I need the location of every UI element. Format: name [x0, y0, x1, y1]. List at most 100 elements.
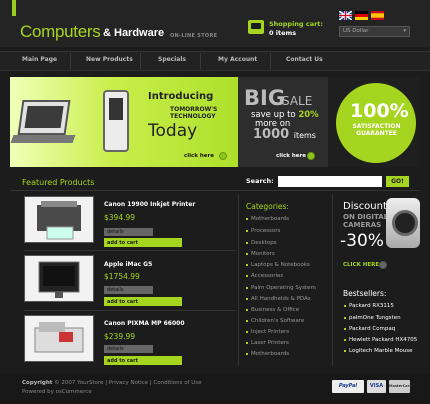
category-item[interactable]: Business & Office — [245, 307, 299, 313]
guarantee-percent: 100% — [350, 100, 409, 122]
featured-title: Featured Products — [22, 178, 95, 187]
product-image-imac[interactable] — [24, 255, 94, 302]
search-go-button[interactable]: GO! — [386, 176, 409, 187]
discount-link[interactable]: CLICK HERE — [343, 262, 379, 268]
category-item[interactable]: Laptops & Notebooks — [246, 262, 310, 268]
nav-divider — [70, 53, 71, 69]
currency-select[interactable]: US Dollar — [339, 26, 410, 37]
product-price: $1754.99 — [104, 272, 140, 281]
bestseller-item[interactable]: Logitech Marble Mouse — [344, 348, 413, 354]
discount-title: Discounts — [343, 201, 393, 212]
category-item[interactable]: Desktops — [246, 240, 277, 246]
category-item[interactable]: Monitors — [246, 251, 275, 257]
guarantee-text: SATISFACTION GUARANTEE — [351, 123, 402, 137]
details-button[interactable]: details — [104, 345, 153, 353]
product-name[interactable]: Canon PIXMA MP 66000 — [104, 320, 185, 327]
banner-sale-link[interactable]: click here — [276, 153, 306, 159]
categories-title: Categories: — [246, 202, 289, 211]
arrow-circle-icon[interactable] — [219, 152, 227, 160]
banner-sale-count: 1000 items — [253, 127, 316, 142]
search-label: Search: — [246, 177, 274, 185]
cart-items[interactable]: 0 items — [269, 29, 296, 37]
nav-new-products[interactable]: New Products — [86, 56, 133, 63]
column-divider — [238, 194, 239, 366]
logo-main[interactable]: Computers — [20, 22, 101, 42]
category-item[interactable]: Motherboards — [245, 216, 289, 222]
laptop-keyboard-image — [10, 135, 76, 143]
banner-sale-sale: SALE — [282, 94, 313, 108]
cart-label[interactable]: Shopping cart: — [269, 20, 323, 28]
phone-image — [103, 90, 129, 152]
product-image-pixma[interactable] — [24, 315, 94, 362]
nav-divider — [200, 53, 201, 69]
flag-uk-icon[interactable] — [338, 10, 353, 21]
nav-specials[interactable]: Specials — [158, 56, 186, 63]
category-item[interactable]: Children's Software — [245, 318, 304, 324]
bestseller-item[interactable]: palmOne Tungsten — [344, 315, 401, 321]
nav-divider — [270, 53, 271, 69]
bestseller-item[interactable]: Hewlett Packard HX4705 — [343, 337, 417, 343]
product-divider — [24, 310, 236, 311]
footer-copyright: Copyright © 2007 YourStore | Privacy Not… — [22, 380, 202, 386]
column-divider — [332, 194, 333, 366]
count-text: 1000 — [253, 127, 290, 142]
items-text: items — [293, 131, 316, 140]
section-divider — [10, 190, 420, 191]
bestseller-item[interactable]: Packard Compaq — [343, 326, 395, 332]
bestseller-item[interactable]: Packard RX3115 — [344, 303, 394, 309]
banner-intro-line2: TOMORROW'S — [170, 106, 218, 113]
add-to-cart-button[interactable]: add to cart — [104, 356, 182, 365]
category-item[interactable]: Laser Printers — [246, 340, 289, 346]
product-name[interactable]: Canon 19900 Inkjet Printer — [104, 201, 195, 208]
product-divider — [24, 250, 236, 251]
banner-sale-big: BIG — [244, 86, 286, 110]
nav-main-page[interactable]: Main Page — [22, 56, 57, 63]
logo-sub: ON-LINE STORE — [170, 33, 218, 39]
category-item[interactable]: Processors — [245, 228, 280, 234]
product-name[interactable]: Apple iMac G5 — [104, 261, 152, 268]
flag-es-icon[interactable] — [371, 11, 384, 20]
mastercard-logo: MasterCard — [389, 380, 412, 393]
arrow-circle-icon[interactable] — [307, 152, 315, 160]
product-price: $394.99 — [104, 213, 136, 222]
guarantee-line2: GUARANTEE — [356, 130, 397, 137]
details-button[interactable]: details — [104, 286, 153, 294]
copyright-text[interactable]: © 2007 YourStore | Privacy Notice | Cond… — [54, 380, 201, 386]
logo-accent — [12, 0, 16, 16]
category-item[interactable]: Motherboards — [245, 351, 289, 357]
guarantee-line1: SATISFACTION — [352, 123, 401, 130]
discount-subtitle: ON DIGITAL CAMERAS — [343, 213, 388, 229]
add-to-cart-button[interactable]: add to cart — [104, 297, 182, 306]
search-input[interactable] — [278, 176, 382, 187]
cart-icon[interactable] — [248, 20, 264, 34]
nav-divider — [140, 53, 141, 69]
visa-logo: VISA — [367, 380, 386, 393]
category-item[interactable]: Inject Printers — [245, 329, 289, 335]
footer-powered[interactable]: Powered by osCommerce — [22, 389, 92, 395]
logo-amp[interactable]: & Hardware — [103, 27, 164, 39]
product-image-printer[interactable] — [24, 196, 94, 243]
laptop-image — [17, 100, 71, 135]
banner-intro-line4: Today — [148, 121, 198, 141]
nav-my-account[interactable]: My Account — [218, 56, 257, 63]
category-item[interactable]: Palm Operating System — [246, 285, 316, 291]
banner-intro-link[interactable]: click here — [184, 153, 214, 159]
discount-line2: CAMERAS — [343, 221, 382, 229]
discount-line1: ON DIGITAL — [343, 213, 389, 221]
banner-intro-line1: Introducing — [148, 91, 214, 102]
category-item[interactable]: Accessories — [245, 273, 283, 279]
save-pct-text: 20% — [298, 110, 319, 120]
camcorder-image — [386, 198, 420, 248]
nav-contact-us[interactable]: Contact Us — [286, 56, 323, 63]
bestsellers-title: Bestsellers: — [343, 289, 387, 298]
arrow-circle-icon[interactable] — [379, 261, 387, 269]
add-to-cart-button[interactable]: add to cart — [104, 238, 182, 247]
flag-de-icon[interactable] — [355, 11, 368, 20]
copyright-label: Copyright — [22, 380, 53, 386]
discount-percent: -30% — [340, 231, 384, 251]
details-button[interactable]: details — [104, 228, 153, 236]
main-nav — [0, 51, 430, 71]
paypal-logo: PayPal — [332, 380, 364, 393]
product-price: $239.99 — [104, 332, 136, 341]
category-item[interactable]: All Handhelds & PDAs — [246, 296, 311, 302]
